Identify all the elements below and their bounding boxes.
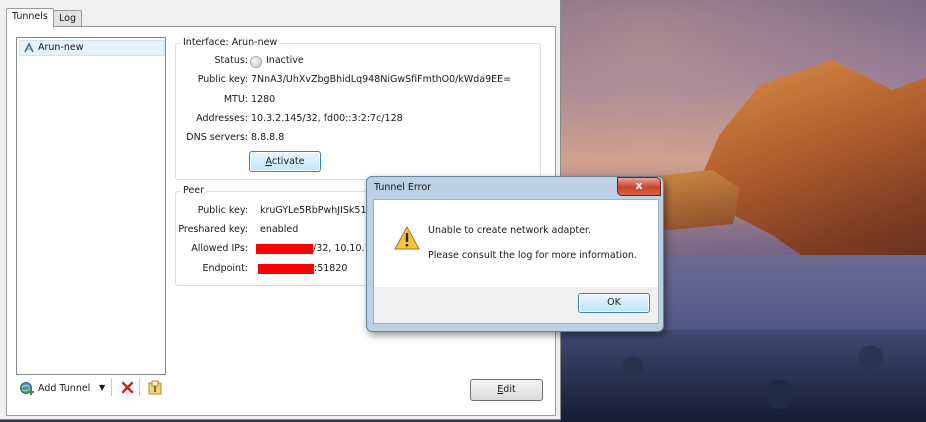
edit-label-rest: dit bbox=[503, 384, 516, 395]
interface-public-key-label: Public key: bbox=[197, 74, 248, 85]
endpoint-value[interactable]: :51820 bbox=[314, 263, 347, 274]
activate-button[interactable]: Activate bbox=[249, 151, 321, 172]
dialog-footer: OK bbox=[373, 287, 659, 324]
delete-tunnel-icon[interactable] bbox=[121, 381, 134, 394]
dns-value[interactable]: 8.8.8.8 bbox=[251, 132, 284, 143]
edit-button[interactable]: Edit bbox=[470, 379, 543, 401]
mtu-value[interactable]: 1280 bbox=[251, 94, 275, 105]
close-icon: x bbox=[635, 179, 643, 192]
allowed-ips-redaction bbox=[256, 244, 313, 254]
export-tunnels-icon[interactable] bbox=[148, 380, 162, 395]
wallpaper-shore bbox=[560, 330, 926, 422]
dialog-body: Unable to create network adapter. Please… bbox=[373, 199, 659, 289]
mtu-label: MTU: bbox=[223, 94, 248, 105]
error-message-line1: Unable to create network adapter. bbox=[428, 225, 591, 236]
error-message-line2: Please consult the log for more informat… bbox=[428, 250, 637, 261]
add-tunnel-dropdown-icon[interactable]: ▼ bbox=[99, 383, 105, 392]
preshared-key-value[interactable]: enabled bbox=[260, 224, 298, 235]
dns-label: DNS servers: bbox=[186, 132, 248, 143]
add-tunnel-icon bbox=[20, 382, 34, 395]
endpoint-label: Endpoint: bbox=[202, 263, 248, 274]
tunnel-error-dialog: Tunnel Error x Unable to create network … bbox=[366, 176, 664, 332]
allowed-ips-label: Allowed IPs: bbox=[191, 243, 248, 254]
tunnel-icon bbox=[24, 42, 34, 53]
tunnel-list-item[interactable]: Arun-new bbox=[19, 40, 165, 56]
tunnel-list[interactable]: Arun-new bbox=[16, 37, 166, 375]
add-tunnel-button[interactable]: Add Tunnel bbox=[19, 379, 111, 399]
status-value: Inactive bbox=[266, 55, 304, 66]
toolbar-separator bbox=[111, 378, 112, 396]
ok-label: OK bbox=[607, 297, 621, 308]
status-label: Status: bbox=[214, 55, 248, 66]
interface-title: Interface: Arun-new bbox=[181, 37, 280, 48]
addresses-value[interactable]: 10.3.2.145/32, fd00::3:2:7c/128 bbox=[251, 113, 403, 124]
dialog-title: Tunnel Error bbox=[374, 182, 432, 193]
addresses-label: Addresses: bbox=[196, 113, 248, 124]
peer-public-key-label: Public key: bbox=[197, 205, 248, 216]
interface-public-key-value[interactable]: 7NnA3/UhXvZbgBhidLq948NiGwSfiFmthO0/kWda… bbox=[251, 74, 511, 85]
interface-group: Interface: Arun-new Status: Inactive Pub… bbox=[175, 37, 541, 180]
activate-label-rest: ctivate bbox=[271, 156, 305, 167]
endpoint-redaction bbox=[258, 264, 314, 274]
ok-button[interactable]: OK bbox=[578, 293, 650, 313]
tab-tunnels[interactable]: Tunnels bbox=[6, 8, 54, 28]
peer-title: Peer bbox=[181, 185, 206, 196]
preshared-key-label: Preshared key: bbox=[178, 224, 248, 235]
tab-log[interactable]: Log bbox=[53, 10, 82, 27]
add-tunnel-label: Add Tunnel bbox=[38, 383, 91, 394]
warning-icon bbox=[394, 226, 420, 250]
status-indicator-icon bbox=[250, 56, 262, 68]
toolbar-separator bbox=[139, 378, 140, 396]
tunnel-name: Arun-new bbox=[38, 42, 84, 53]
dialog-close-button[interactable]: x bbox=[617, 177, 661, 196]
peer-public-key-value[interactable]: kruGYLe5RbPwhJISk51B bbox=[260, 205, 373, 216]
